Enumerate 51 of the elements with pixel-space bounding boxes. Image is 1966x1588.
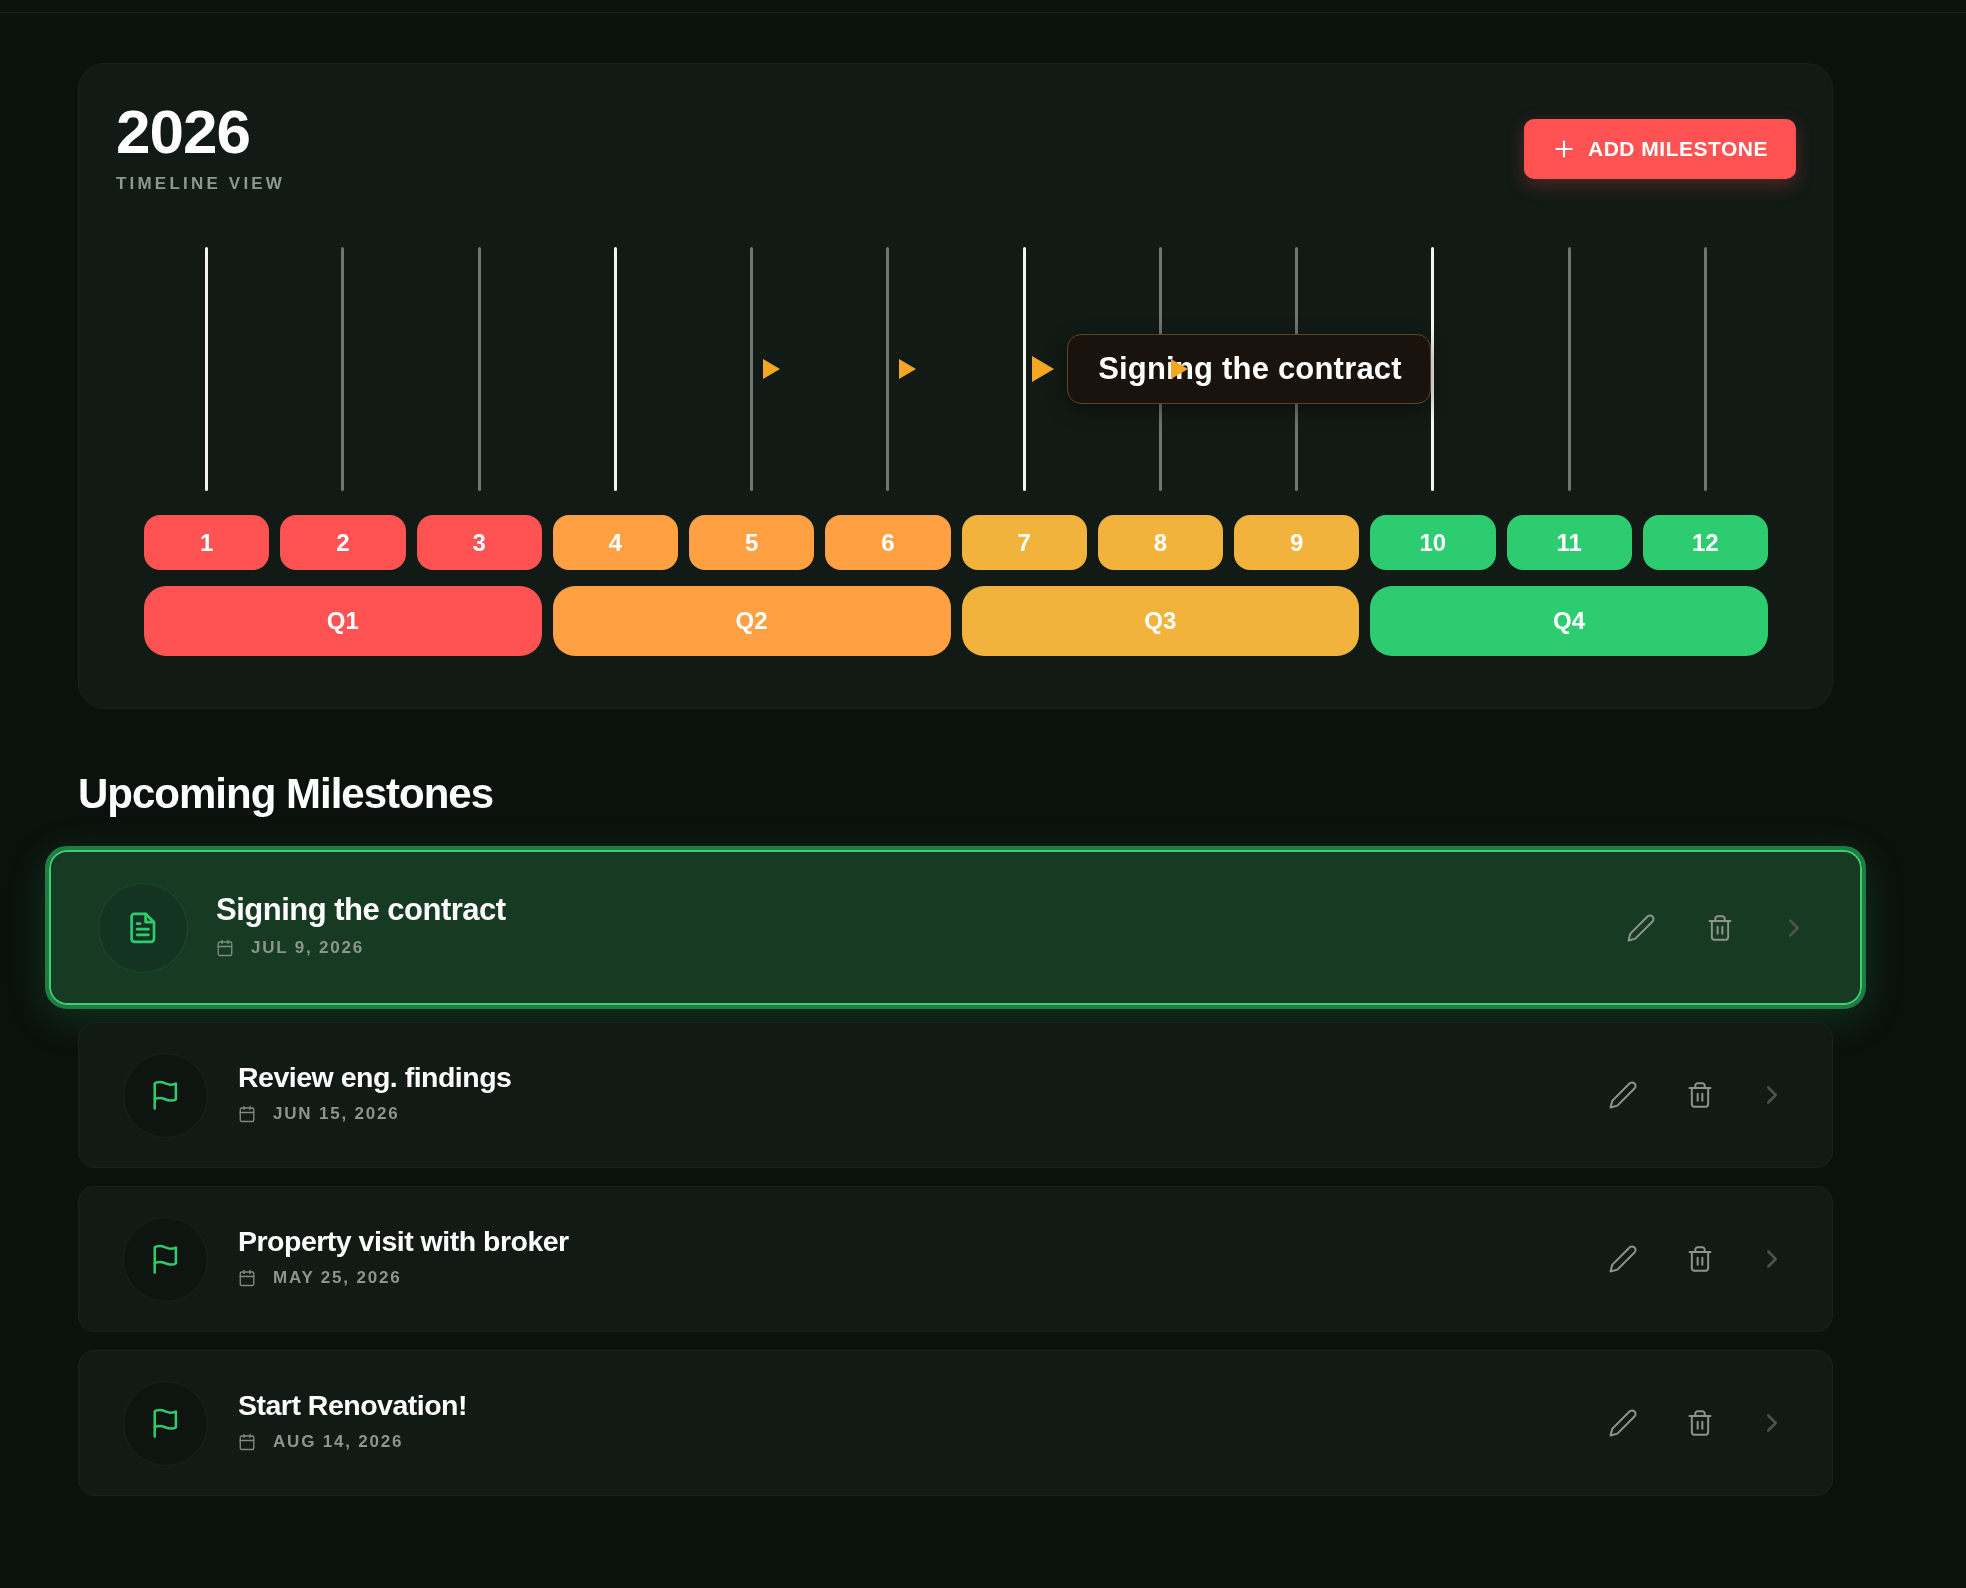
milestone-title: Property visit with broker — [238, 1224, 569, 1259]
month-label: 3 — [416, 515, 542, 570]
quarter-label: Q2 — [552, 586, 951, 656]
trash-icon[interactable] — [1686, 1409, 1714, 1438]
milestone-title: Review eng. findings — [238, 1060, 512, 1095]
calendar-icon — [238, 1433, 256, 1452]
triangle-marker-icon[interactable] — [1032, 356, 1055, 382]
flag-icon — [123, 1216, 208, 1302]
month-label: 5 — [689, 515, 815, 570]
calendar-icon — [238, 1105, 256, 1124]
quarter-label: Q4 — [1370, 586, 1768, 656]
month-label: 9 — [1234, 515, 1360, 570]
plus-icon — [1554, 139, 1575, 159]
month-label: 1 — [144, 515, 270, 570]
month-label: 7 — [961, 515, 1087, 570]
trash-icon[interactable] — [1706, 913, 1734, 942]
milestone-card[interactable]: Signing the contract JUL 9, 2026 — [45, 846, 1866, 1010]
triangle-marker-icon[interactable] — [898, 359, 916, 379]
milestone-title: Start Renovation! — [238, 1388, 468, 1423]
milestone-card[interactable]: Start Renovation! AUG 14, 2026 — [78, 1350, 1833, 1497]
document-icon — [98, 882, 188, 973]
milestone-date: JUN 15, 2026 — [273, 1104, 400, 1125]
month-label: 12 — [1642, 515, 1768, 570]
milestone-card[interactable]: Review eng. findings JUN 15, 2026 — [78, 1022, 1833, 1169]
pencil-icon[interactable] — [1608, 1080, 1638, 1111]
triangle-marker-icon[interactable] — [762, 359, 780, 379]
milestone-date: JUL 9, 2026 — [251, 938, 365, 959]
month-label: 8 — [1097, 515, 1223, 570]
calendar-icon — [238, 1269, 256, 1288]
month-label: 10 — [1370, 515, 1496, 570]
month-label: 2 — [280, 515, 406, 570]
pencil-icon[interactable] — [1626, 912, 1656, 943]
month-label: 6 — [825, 515, 951, 570]
trash-icon[interactable] — [1686, 1245, 1714, 1274]
pencil-icon[interactable] — [1608, 1244, 1638, 1275]
quarter-label: Q3 — [961, 586, 1360, 656]
quarter-label: Q1 — [144, 586, 542, 656]
month-label: 4 — [552, 515, 678, 570]
year-title: 2026 — [116, 101, 250, 163]
milestone-title: Signing the contract — [216, 891, 506, 929]
calendar-icon — [216, 939, 234, 958]
section-heading: Upcoming Milestones — [78, 769, 495, 819]
timeline-subtitle: TIMELINE VIEW — [116, 175, 286, 192]
milestone-card[interactable]: Property visit with broker MAY 25, 2026 — [78, 1186, 1833, 1333]
flag-icon — [123, 1052, 208, 1138]
month-label: 11 — [1506, 515, 1632, 570]
milestone-date: AUG 14, 2026 — [273, 1432, 404, 1453]
pencil-icon[interactable] — [1608, 1408, 1638, 1439]
trash-icon[interactable] — [1686, 1081, 1714, 1110]
flag-icon — [123, 1380, 208, 1466]
milestone-date: MAY 25, 2026 — [273, 1268, 402, 1289]
